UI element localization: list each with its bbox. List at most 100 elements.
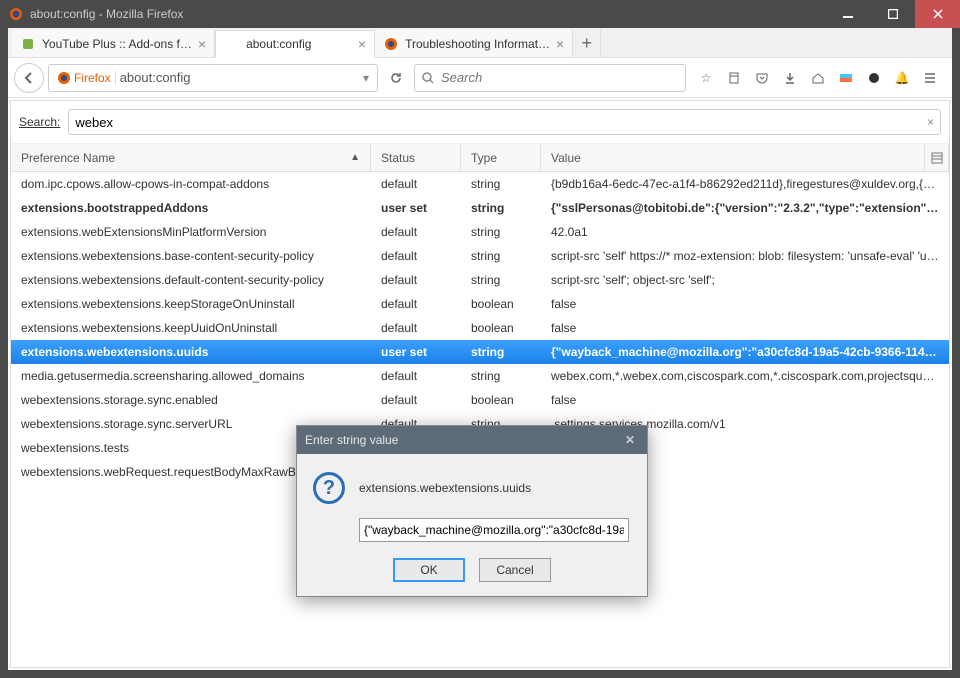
dialog-titlebar[interactable]: Enter string value ✕ (297, 426, 647, 454)
string-value-dialog: Enter string value ✕ ? extensions.webext… (296, 425, 648, 597)
cell-name: webextensions.storage.sync.enabled (11, 393, 371, 407)
cell-value: {b9db16a4-6edc-47ec-a1f4-b86292ed211d},f… (541, 177, 949, 191)
cell-status: user set (371, 201, 461, 215)
notification-bell-icon[interactable]: 🔔 (894, 70, 910, 86)
table-row[interactable]: extensions.webextensions.keepStorageOnUn… (11, 292, 949, 316)
col-value[interactable]: Value (541, 144, 925, 171)
table-row[interactable]: webextensions.storage.sync.enableddefaul… (11, 388, 949, 412)
cell-type: boolean (461, 321, 541, 335)
cell-name: extensions.webextensions.uuids (11, 345, 371, 359)
back-button[interactable] (14, 63, 44, 93)
tab-label: about:config (246, 37, 352, 51)
cell-status: default (371, 369, 461, 383)
cell-status: default (371, 393, 461, 407)
table-row[interactable]: extensions.webextensions.uuidsuser setst… (11, 340, 949, 364)
cell-type: boolean (461, 297, 541, 311)
cell-value: false (541, 321, 949, 335)
cell-status: default (371, 177, 461, 191)
table-row[interactable]: dom.ipc.cpows.allow-cpows-in-compat-addo… (11, 172, 949, 196)
col-status[interactable]: Status (371, 144, 461, 171)
cell-value: {"wayback_machine@mozilla.org":"a30cfc8d… (541, 345, 949, 359)
cell-value: {"sslPersonas@tobitobi.de":{"version":"2… (541, 201, 949, 215)
downloads-icon[interactable] (782, 70, 798, 86)
cell-name: extensions.bootstrappedAddons (11, 201, 371, 215)
tab-about-config[interactable]: about:config × (215, 30, 375, 58)
cell-type: string (461, 273, 541, 287)
col-type[interactable]: Type (461, 144, 541, 171)
identity-label: Firefox (74, 71, 111, 85)
dialog-body: ? extensions.webextensions.uuids OK Canc… (297, 454, 647, 596)
tab-close-icon[interactable]: × (358, 36, 366, 52)
cell-status: default (371, 297, 461, 311)
url-dropdown-icon[interactable]: ▾ (359, 71, 373, 85)
cell-type: string (461, 201, 541, 215)
cell-name: extensions.webextensions.keepUuidOnUnins… (11, 321, 371, 335)
ok-button[interactable]: OK (393, 558, 465, 582)
extension-color-icon[interactable] (838, 70, 854, 86)
cell-type: string (461, 249, 541, 263)
cell-type: string (461, 369, 541, 383)
cell-name: extensions.webextensions.base-content-se… (11, 249, 371, 263)
firefox-identity-icon (57, 71, 71, 85)
dialog-input[interactable] (359, 518, 629, 542)
search-input[interactable] (441, 70, 679, 85)
col-preference-name[interactable]: Preference Name ▲ (11, 144, 371, 171)
dialog-pref-name: extensions.webextensions.uuids (359, 481, 531, 495)
config-search-box[interactable]: × (68, 109, 941, 135)
url-input[interactable] (120, 70, 359, 85)
dialog-close-icon[interactable]: ✕ (621, 431, 639, 449)
toolbar-icons: ☆ 🔔 (690, 70, 946, 86)
hamburger-menu-icon[interactable] (922, 70, 938, 86)
table-header: Preference Name ▲ Status Type Value (11, 144, 949, 172)
table-row[interactable]: extensions.webExtensionsMinPlatformVersi… (11, 220, 949, 244)
tab-label: YouTube Plus :: Add-ons f… (42, 37, 192, 51)
close-button[interactable] (915, 0, 960, 28)
url-bar[interactable]: Firefox ▾ (48, 64, 378, 92)
column-picker-icon[interactable] (925, 144, 949, 171)
pocket-icon[interactable] (754, 70, 770, 86)
minimize-button[interactable] (825, 0, 870, 28)
tab-youtube-plus[interactable]: YouTube Plus :: Add-ons f… × (12, 30, 215, 57)
question-icon: ? (313, 472, 345, 504)
table-row[interactable]: extensions.bootstrappedAddonsuser setstr… (11, 196, 949, 220)
cell-status: default (371, 273, 461, 287)
blank-favicon (224, 36, 240, 52)
new-tab-button[interactable]: + (573, 30, 601, 57)
cell-status: user set (371, 345, 461, 359)
library-icon[interactable] (726, 70, 742, 86)
clear-search-icon[interactable]: × (927, 115, 934, 129)
tab-troubleshooting[interactable]: Troubleshooting Informat… × (375, 30, 573, 57)
maximize-button[interactable] (870, 0, 915, 28)
tab-close-icon[interactable]: × (198, 36, 206, 52)
reload-button[interactable] (382, 64, 410, 92)
table-row[interactable]: extensions.webextensions.keepUuidOnUnins… (11, 316, 949, 340)
window-controls (825, 0, 960, 28)
cell-value: false (541, 393, 949, 407)
table-row[interactable]: extensions.webextensions.base-content-se… (11, 244, 949, 268)
window-titlebar: about:config - Mozilla Firefox (0, 0, 960, 28)
table-row[interactable]: media.getusermedia.screensharing.allowed… (11, 364, 949, 388)
tab-close-icon[interactable]: × (556, 36, 564, 52)
tab-strip: YouTube Plus :: Add-ons f… × about:confi… (8, 28, 952, 58)
table-row[interactable]: extensions.webextensions.default-content… (11, 268, 949, 292)
identity-box[interactable]: Firefox (53, 71, 116, 85)
cell-name: dom.ipc.cpows.allow-cpows-in-compat-addo… (11, 177, 371, 191)
cell-value: script-src 'self' https://* moz-extensio… (541, 249, 949, 263)
cell-name: extensions.webExtensionsMinPlatformVersi… (11, 225, 371, 239)
config-search-input[interactable] (75, 115, 927, 130)
sort-asc-icon: ▲ (350, 152, 360, 163)
bookmark-star-icon[interactable]: ☆ (698, 70, 714, 86)
cell-status: default (371, 321, 461, 335)
firefox-icon (8, 6, 24, 22)
home-icon[interactable] (810, 70, 826, 86)
cell-value: 42.0a1 (541, 225, 949, 239)
cell-name: extensions.webextensions.default-content… (11, 273, 371, 287)
cancel-button[interactable]: Cancel (479, 558, 551, 582)
window-title: about:config - Mozilla Firefox (30, 7, 825, 21)
cell-status: default (371, 249, 461, 263)
cell-value: false (541, 297, 949, 311)
search-bar[interactable] (414, 64, 686, 92)
extension-dark-icon[interactable] (866, 70, 882, 86)
puzzle-icon (20, 36, 36, 52)
tab-label: Troubleshooting Informat… (405, 37, 550, 51)
